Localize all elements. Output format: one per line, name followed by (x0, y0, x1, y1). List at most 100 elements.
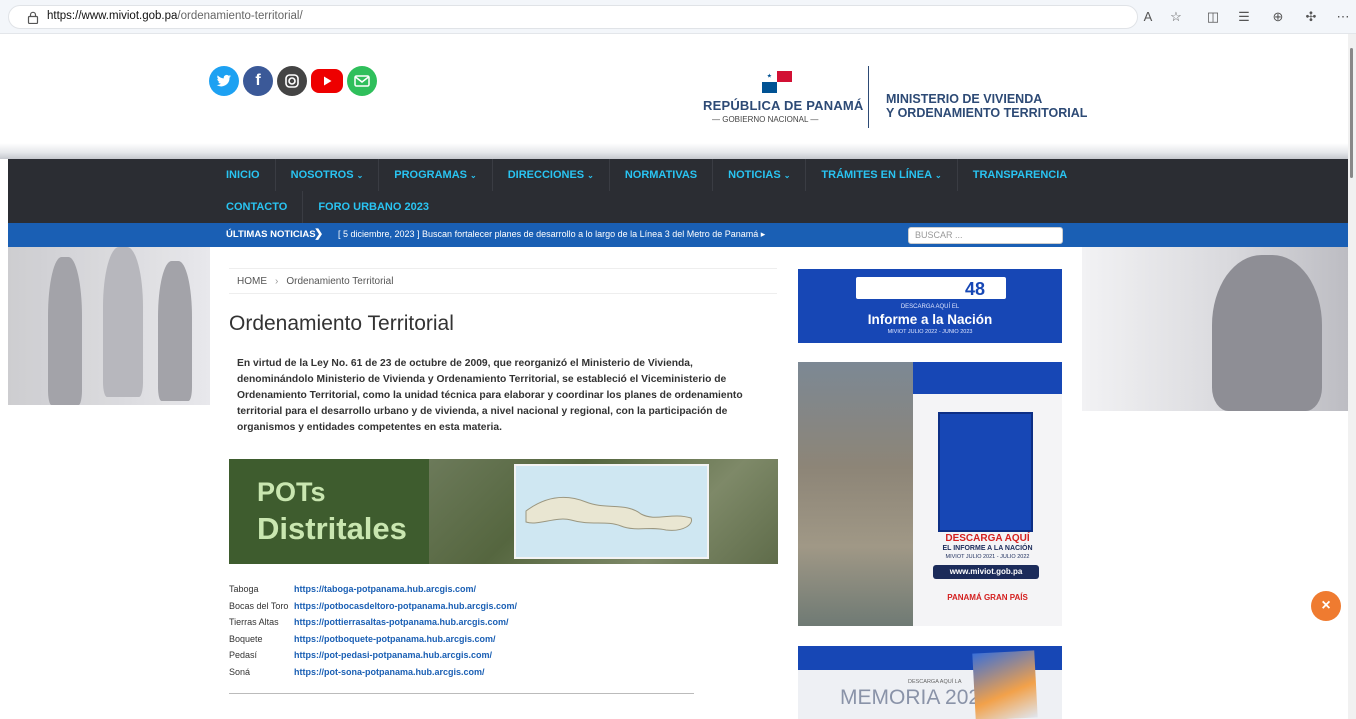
pots-banner: POTs Distritales (229, 459, 778, 564)
ad-informe-nacion-2022[interactable]: DESCARGA AQUÍ EL INFORME A LA NACIÓN MIV… (798, 362, 1062, 626)
ad2-url: www.miviot.gob.pa (933, 565, 1039, 579)
pot-district-name: Pedasí (229, 650, 258, 660)
ad1-title: Informe a la Nación (867, 312, 993, 327)
ad2-title: EL INFORME A LA NACIÓN (942, 545, 1033, 552)
ad2-period: MIVIOT JULIO 2021 - JULIO 2022 (945, 554, 1030, 560)
header-grunge-border (0, 143, 1356, 159)
nav-item-programas[interactable]: PROGRAMAS ⌄ (379, 159, 493, 191)
scrollbar-thumb[interactable] (1350, 48, 1353, 178)
nav-item-contacto[interactable]: CONTACTO (226, 191, 304, 223)
nav-item-label: DIRECCIONES (507, 169, 585, 181)
pot-row: Bocas del Toro https://potbocasdeltoro-po… (229, 598, 517, 615)
favorites-list-icon[interactable]: ☰ (1236, 9, 1252, 25)
more-icon[interactable]: ⋯ (1335, 9, 1351, 25)
pot-link[interactable]: https://potboquete-potpanama.hub.arcgis.… (294, 631, 496, 648)
facebook-icon[interactable]: f (243, 66, 273, 96)
email-icon[interactable] (347, 66, 377, 96)
pot-link[interactable]: https://pot-sona-potpanama.hub.arcgis.co… (294, 664, 485, 681)
ministry-line-2: Y ORDENAMIENTO TERRITORIAL (886, 106, 1088, 120)
gov-subtitle: — GOBIERNO NACIONAL — (712, 115, 819, 124)
pot-district-name: Bocas del Toro (229, 600, 289, 611)
url-path: /ordenamiento-territorial/ (177, 10, 303, 22)
banner-title-line-1: POTs (257, 477, 326, 507)
nav-item-normativas[interactable]: NORMATIVAS (610, 159, 714, 191)
pot-district-name: Boquete (229, 633, 263, 644)
pot-row: Taboga https://taboga-potpanama.hub.arcgi… (229, 581, 517, 598)
split-screen-icon[interactable]: ◫ (1205, 9, 1221, 25)
nav-item-label: FORO URBANO 2023 (318, 201, 429, 213)
favorite-star-icon[interactable]: ☆ (1168, 9, 1184, 25)
page-title: Ordenamiento Territorial (229, 312, 454, 335)
pot-link[interactable]: https://pot-pedasi-potpanama.hub.arcgis.… (294, 647, 492, 664)
address-bar[interactable]: https://www.miviot.gob.pa/ordenamiento-t… (8, 5, 1138, 29)
breadcrumb: HOME › Ordenamiento Territorial (229, 268, 777, 294)
main-nav: INICIO NOSOTROS ⌄ PROGRAMAS ⌄ DIRECCIONES ⌄ NOR… (8, 159, 1348, 223)
nav-item-transparencia[interactable]: TRANSPARENCIA (958, 159, 1083, 191)
pot-link[interactable]: https://pottierrasaltas-potpanama.hub.ar… (294, 614, 509, 631)
pot-district-name: Tierras Altas (229, 617, 279, 627)
url-text[interactable]: https://www.miviot.gob.pa/ordenamiento-t… (47, 10, 303, 22)
nav-item-noticias[interactable]: NOTICIAS ⌄ (713, 159, 807, 191)
intro-paragraph: En virtud de la Ley No. 61 de 23 de octu… (237, 358, 743, 433)
nav-item-label: TRÁMITES EN LÍNEA (821, 169, 933, 181)
pots-list: Taboga https://taboga-potpanama.hub.arcgi… (229, 581, 517, 680)
ad2-download-label: DESCARGA AQUÍ (945, 533, 1030, 544)
twitter-icon[interactable] (209, 66, 239, 96)
ad-informe-nacion-2023[interactable]: 48 DESCARGA AQUÍ EL Informe a la Nación … (798, 269, 1062, 343)
instagram-icon[interactable] (277, 66, 307, 96)
pot-row: Soná https://pot-sona-potpanama.hub.arcgi… (229, 664, 517, 681)
pot-link[interactable]: https://taboga-potpanama.hub.arcgis.com/ (294, 581, 476, 598)
nav-item-label: NOTICIAS (728, 169, 781, 181)
nav-item-inicio[interactable]: INICIO (226, 159, 276, 191)
ministry-line-1: MINISTERIO DE VIVIENDA (886, 92, 1043, 106)
ticker-headline[interactable]: [ 5 diciembre, 2023 ] Buscan fortalecer … (338, 229, 765, 240)
pot-row: Tierras Altas https://pottierrasaltas-pot… (229, 614, 517, 631)
search-input[interactable]: BUSCAR ... (908, 227, 1063, 244)
read-aloud-icon[interactable]: A (1140, 9, 1156, 25)
breadcrumb-separator: › (275, 276, 279, 287)
chevron-down-icon: ⌄ (935, 171, 942, 180)
panama-flag-logo[interactable] (762, 71, 792, 93)
nav-item-label: NORMATIVAS (624, 169, 698, 181)
browser-toolbar: https://www.miviot.gob.pa/ordenamiento-t… (0, 0, 1356, 34)
nav-item-label: TRANSPARENCIA (972, 169, 1068, 181)
breadcrumb-current: Ordenamiento Territorial (286, 276, 394, 287)
breadcrumb-home[interactable]: HOME (237, 276, 267, 287)
gov-title: REPÚBLICA DE PANAMÁ (703, 98, 864, 113)
pot-district-name: Taboga (229, 584, 259, 594)
youtube-icon[interactable] (311, 69, 343, 93)
ad2-report-cover (938, 412, 1033, 532)
chevron-down-icon: ⌄ (356, 171, 364, 180)
pot-link[interactable]: https://potbocasdeltoro-potpanama.hub.ar… (294, 598, 517, 615)
banner-title-line-2: Distritales (257, 511, 407, 546)
nav-item-direcciones[interactable]: DIRECCIONES ⌄ (493, 159, 610, 191)
content-divider (229, 693, 694, 694)
ticker-label: ÚLTIMAS NOTICIAS (226, 229, 316, 240)
ad-memoria-2022[interactable]: DESCARGA AQUÍ LA MEMORIA 2022 (798, 646, 1062, 719)
chevron-down-icon: ⌄ (587, 171, 594, 180)
nav-item-label: INICIO (226, 169, 260, 181)
extensions-icon[interactable]: ✣ (1303, 9, 1319, 25)
lock-icon[interactable] (27, 11, 39, 24)
pot-row: Pedasí https://pot-pedasi-potpanama.hub.a… (229, 647, 517, 664)
pot-row: Boquete https://potboquete-potpanama.hub.… (229, 631, 517, 648)
nav-item-label: NOSOTROS (290, 169, 354, 181)
social-links: f (209, 66, 377, 96)
ticker-arrow-icon: ❯ (314, 228, 324, 240)
collections-icon[interactable]: ⊕ (1270, 9, 1286, 25)
panama-map-image (514, 464, 709, 559)
pot-district-name: Soná (229, 666, 251, 677)
side-photo-left (8, 247, 210, 405)
news-ticker: ÚLTIMAS NOTICIAS ❯ [ 5 diciembre, 2023 ]… (8, 223, 1348, 247)
close-button[interactable]: × (1311, 591, 1341, 621)
ad3-book-cover (972, 650, 1038, 719)
nav-item-nosotros[interactable]: NOSOTROS ⌄ (276, 159, 380, 191)
ad1-period: MIVIOT JULIO 2022 - JUNIO 2023 (887, 329, 973, 335)
nav-item-trámites-en-línea[interactable]: TRÁMITES EN LÍNEA ⌄ (806, 159, 958, 191)
ad2-slogan: PANAMÁ GRAN PAÍS (947, 593, 1028, 602)
side-photo-right (1082, 247, 1350, 411)
header-divider (868, 66, 869, 128)
ministry-name[interactable]: MINISTERIO DE VIVIENDA Y ORDENAMIENTO TE… (886, 92, 1087, 120)
nav-item-label: PROGRAMAS (394, 169, 468, 181)
nav-item-foro-urbano-2023[interactable]: FORO URBANO 2023 (303, 191, 444, 223)
